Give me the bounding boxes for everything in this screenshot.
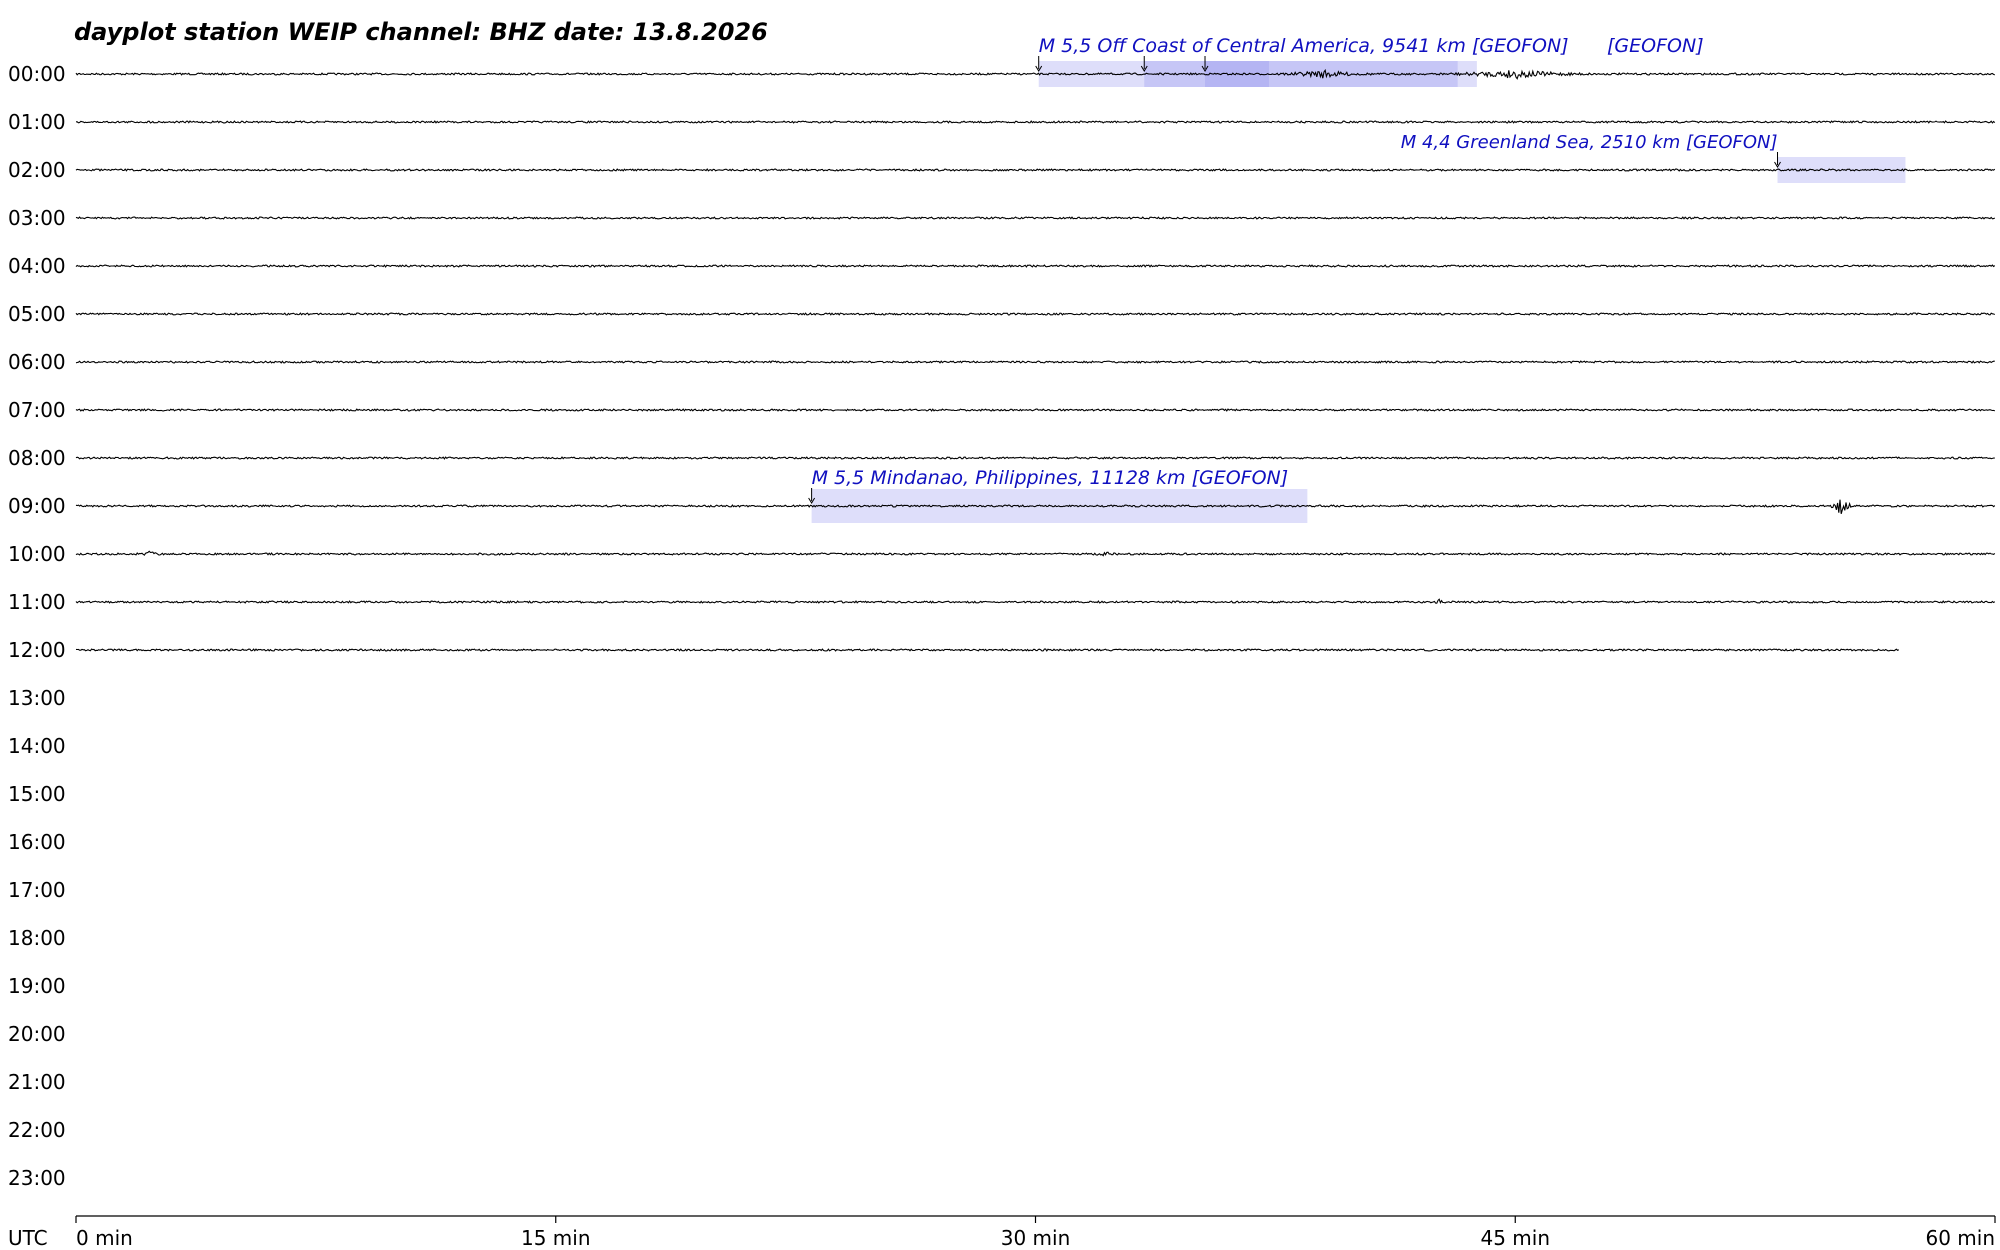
hour-label: 01:00 bbox=[8, 110, 66, 134]
hour-label: 02:00 bbox=[8, 158, 66, 182]
trace-line bbox=[75, 68, 1996, 80]
hour-label: 21:00 bbox=[8, 1070, 66, 1094]
hour-label: 00:00 bbox=[8, 62, 66, 86]
event-label: M 5,5 Off Coast of Central America, 9541… bbox=[1039, 35, 1569, 57]
event-label: M 4,4 Greenland Sea, 2510 km [GEOFON] bbox=[1401, 132, 1778, 153]
hour-labels: 00:00 01:00 02:00 03:00 04:00 05:00 06:00 07:00… bbox=[8, 62, 66, 1190]
hour-label: 11:00 bbox=[8, 590, 66, 614]
event-labels: M 5,5 Off Coast of Central America, 9541… bbox=[812, 35, 1778, 489]
trace-line bbox=[75, 456, 1995, 460]
hour-label: 13:00 bbox=[8, 686, 66, 710]
event-boxes bbox=[811, 61, 1906, 523]
hour-label: 22:00 bbox=[8, 1118, 66, 1142]
hour-label: 05:00 bbox=[8, 302, 66, 326]
event-label: [GEOFON] bbox=[1607, 35, 1704, 57]
trace-line bbox=[75, 550, 1996, 557]
trace-line bbox=[75, 598, 1996, 604]
utc-label: UTC bbox=[8, 1226, 48, 1250]
x-axis: 0 min 15 min 30 min 45 min 60 min UTC bbox=[8, 1215, 1996, 1250]
hour-label: 15:00 bbox=[8, 782, 66, 806]
x-tick-label: 0 min bbox=[76, 1226, 133, 1250]
trace-line bbox=[75, 168, 1996, 172]
x-tick-label: 15 min bbox=[521, 1226, 591, 1250]
hour-label: 20:00 bbox=[8, 1022, 66, 1046]
trace-line bbox=[75, 648, 1900, 652]
trace-line bbox=[75, 312, 1996, 316]
hour-label: 09:00 bbox=[8, 494, 66, 518]
hour-label: 16:00 bbox=[8, 830, 66, 854]
trace-line bbox=[75, 360, 1995, 364]
hour-label: 04:00 bbox=[8, 254, 66, 278]
hour-label: 17:00 bbox=[8, 878, 66, 902]
seismogram-traces bbox=[75, 68, 1996, 652]
dayplot-chart: dayplot station WEIP channel: BHZ date: … bbox=[8, 18, 1996, 1250]
trace-line bbox=[75, 264, 1996, 268]
trace-line bbox=[75, 216, 1996, 220]
hour-label: 18:00 bbox=[8, 926, 66, 950]
hour-label: 19:00 bbox=[8, 974, 66, 998]
hour-label: 10:00 bbox=[8, 542, 66, 566]
hour-label: 12:00 bbox=[8, 638, 66, 662]
hour-label: 06:00 bbox=[8, 350, 66, 374]
hour-label: 07:00 bbox=[8, 398, 66, 422]
hour-label: 08:00 bbox=[8, 446, 66, 470]
trace-line bbox=[76, 120, 1996, 124]
hour-label: 23:00 bbox=[8, 1166, 66, 1190]
hour-label: 03:00 bbox=[8, 206, 66, 230]
x-tick-label: 60 min bbox=[1925, 1226, 1995, 1250]
chart-title: dayplot station WEIP channel: BHZ date: … bbox=[74, 18, 768, 46]
trace-line bbox=[75, 408, 1995, 412]
x-tick-label: 45 min bbox=[1480, 1226, 1550, 1250]
hour-label: 14:00 bbox=[8, 734, 66, 758]
x-tick-label: 30 min bbox=[1001, 1226, 1071, 1250]
event-label: M 5,5 Mindanao, Philippines, 11128 km [G… bbox=[812, 467, 1289, 489]
